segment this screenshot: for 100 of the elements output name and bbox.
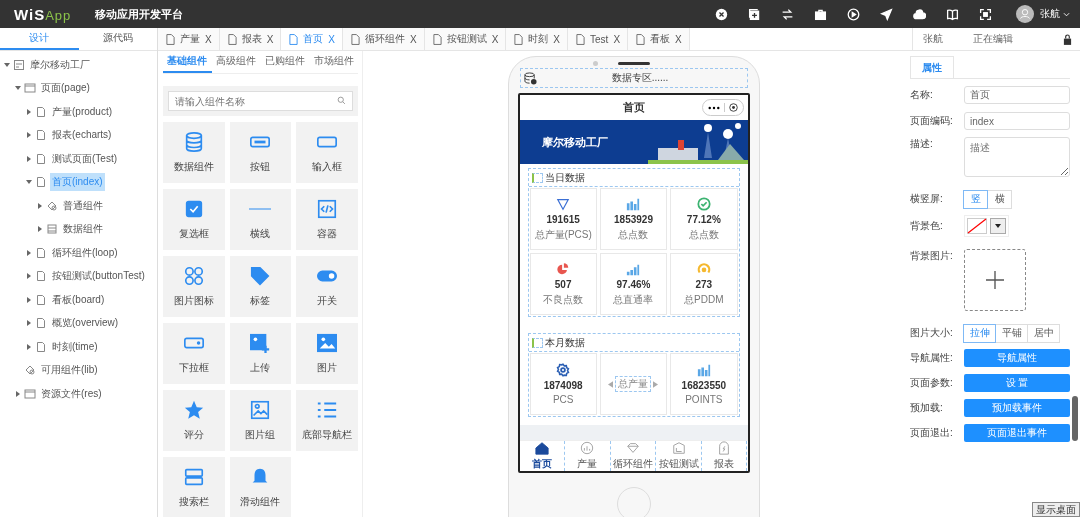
caret-icon[interactable] bbox=[37, 226, 43, 233]
caret-icon[interactable] bbox=[15, 85, 21, 92]
component-tile[interactable]: 评分 bbox=[163, 390, 225, 451]
no-color-swatch[interactable] bbox=[967, 218, 987, 234]
search-field[interactable]: 请输入组件名称 bbox=[168, 91, 353, 111]
bottom-nav-item[interactable]: 首页 bbox=[519, 441, 566, 471]
tree-item[interactable]: 数据组件 bbox=[61, 220, 105, 239]
copy-icon[interactable] bbox=[748, 7, 761, 21]
chevron-down-icon[interactable] bbox=[1063, 10, 1070, 18]
caret-icon[interactable] bbox=[26, 108, 32, 115]
image-size-option[interactable]: 拉伸 bbox=[963, 323, 996, 343]
tree-item[interactable]: 概览(overview) bbox=[50, 314, 121, 333]
close-icon[interactable] bbox=[715, 7, 728, 21]
tree-item[interactable]: 按钮测试(buttonTest) bbox=[50, 267, 147, 286]
book-icon[interactable] bbox=[946, 7, 959, 21]
component-tile[interactable]: 开关 bbox=[296, 256, 358, 317]
avatar[interactable] bbox=[1016, 5, 1034, 23]
close-tab-glyph[interactable]: X bbox=[613, 33, 621, 45]
user-name[interactable]: 张航 bbox=[1040, 7, 1060, 21]
caret-icon[interactable] bbox=[37, 202, 43, 209]
caret-icon[interactable] bbox=[15, 390, 21, 397]
tree-item[interactable]: 产量(product) bbox=[50, 102, 114, 121]
component-tile[interactable]: 复选框 bbox=[163, 189, 225, 250]
tree-item[interactable]: 资源文件(res) bbox=[39, 384, 104, 403]
file-icon bbox=[35, 317, 47, 330]
component-tile[interactable]: 标签 bbox=[229, 256, 292, 317]
component-tile[interactable]: 搜索栏 bbox=[163, 457, 225, 517]
more-icon[interactable] bbox=[707, 105, 720, 110]
search-icon[interactable] bbox=[337, 96, 346, 105]
tree-item[interactable]: 可用组件(lib) bbox=[39, 361, 100, 380]
tree-item[interactable]: 报表(echarts) bbox=[50, 126, 114, 145]
component-tile[interactable]: 上传 bbox=[229, 323, 292, 384]
tree-item[interactable]: 时刻(time) bbox=[50, 337, 100, 356]
scrollbar[interactable] bbox=[1072, 396, 1078, 441]
editor-tab[interactable]: 看板 X bbox=[628, 28, 690, 50]
close-tab-glyph[interactable]: X bbox=[553, 33, 561, 45]
component-tile[interactable]: 图片图标 bbox=[163, 256, 225, 317]
stat-label: POINTS bbox=[685, 394, 723, 405]
component-tile[interactable]: 按钮 bbox=[229, 122, 292, 183]
editor-tab[interactable]: 时刻 X bbox=[506, 28, 569, 50]
component-tile[interactable]: 数据组件 bbox=[163, 122, 225, 183]
field-label: 名称: bbox=[910, 88, 934, 102]
caret-icon[interactable] bbox=[26, 273, 32, 280]
dropdown-icon[interactable] bbox=[990, 218, 1006, 234]
component-tile[interactable]: 输入框 bbox=[296, 122, 358, 183]
play-icon[interactable] bbox=[847, 7, 860, 21]
briefcase-icon[interactable] bbox=[814, 7, 827, 21]
component-tile[interactable]: 图片组 bbox=[229, 390, 292, 451]
cloud-icon[interactable] bbox=[913, 7, 926, 21]
caret-icon[interactable] bbox=[26, 155, 32, 162]
editor-tab[interactable]: Test X bbox=[568, 28, 629, 50]
bottom-nav-item[interactable]: 产量 bbox=[565, 441, 611, 471]
send-icon[interactable] bbox=[880, 7, 893, 21]
close-tab-glyph[interactable]: X bbox=[675, 33, 682, 45]
properties-tab[interactable]: 属性 bbox=[910, 56, 954, 78]
stat-value: 77.12% bbox=[686, 213, 721, 225]
close-tab-glyph[interactable]: X bbox=[491, 33, 499, 45]
close-icon[interactable] bbox=[728, 103, 738, 112]
color-picker[interactable] bbox=[964, 215, 1009, 237]
caret-icon[interactable] bbox=[26, 296, 32, 303]
component-tile[interactable]: 下拉框 bbox=[163, 323, 225, 384]
component-tile[interactable]: 滑动组件 bbox=[229, 457, 292, 517]
close-tab-glyph[interactable]: X bbox=[266, 33, 274, 45]
caret-icon[interactable] bbox=[26, 179, 32, 186]
description-field[interactable]: 描述 bbox=[964, 137, 1070, 177]
bottom-nav-item[interactable]: 按钮测试 bbox=[656, 441, 702, 471]
caret-icon[interactable] bbox=[4, 61, 10, 68]
tree-item[interactable]: 循环组件(loop) bbox=[50, 243, 120, 262]
tree-item[interactable]: 普通组件 bbox=[61, 196, 105, 215]
bottom-nav-item[interactable]: 报表 bbox=[701, 441, 748, 471]
fullscreen-icon[interactable] bbox=[979, 7, 992, 21]
orientation-option[interactable]: 竖 bbox=[963, 189, 988, 209]
editor-tab[interactable]: 报表 X bbox=[219, 28, 282, 50]
editor-tab[interactable]: 循环组件 X bbox=[343, 28, 425, 50]
tree-item[interactable]: 摩尔移动工厂 bbox=[28, 55, 92, 74]
caret-icon[interactable] bbox=[26, 132, 32, 139]
caret-icon[interactable] bbox=[26, 343, 32, 350]
close-tab-glyph[interactable]: X bbox=[410, 33, 417, 45]
component-tile[interactable]: 横线 bbox=[229, 189, 292, 250]
image-size-option[interactable]: 居中 bbox=[1027, 323, 1060, 343]
close-tab-glyph[interactable]: X bbox=[205, 33, 212, 45]
show-desktop-button[interactable]: 显示桌面 bbox=[1032, 502, 1080, 517]
text-field[interactable]: index bbox=[964, 112, 1070, 130]
tree-item[interactable]: 测试页面(Test) bbox=[50, 149, 119, 168]
text-field[interactable]: 首页 bbox=[964, 86, 1070, 104]
component-tile[interactable]: 底部导航栏 bbox=[296, 390, 358, 451]
bottom-nav-item[interactable]: 循环组件 bbox=[610, 441, 657, 471]
image-upload-area[interactable] bbox=[964, 249, 1026, 311]
editor-tab[interactable]: 按钮测试 X bbox=[424, 28, 507, 50]
close-tab-glyph[interactable]: X bbox=[328, 33, 335, 45]
plus-icon[interactable] bbox=[986, 271, 1004, 289]
tree-item[interactable]: 页面(page) bbox=[39, 79, 92, 98]
caret-icon[interactable] bbox=[26, 320, 32, 327]
editor-tab[interactable]: 产量 X bbox=[158, 28, 220, 50]
component-tile[interactable]: 容器 bbox=[296, 189, 358, 250]
component-tile[interactable]: 图片 bbox=[296, 323, 358, 384]
tree-item[interactable]: 看板(board) bbox=[50, 290, 107, 309]
caret-icon[interactable] bbox=[26, 249, 32, 256]
swap-icon[interactable] bbox=[781, 7, 794, 21]
orientation-option[interactable]: 横 bbox=[987, 189, 1012, 209]
